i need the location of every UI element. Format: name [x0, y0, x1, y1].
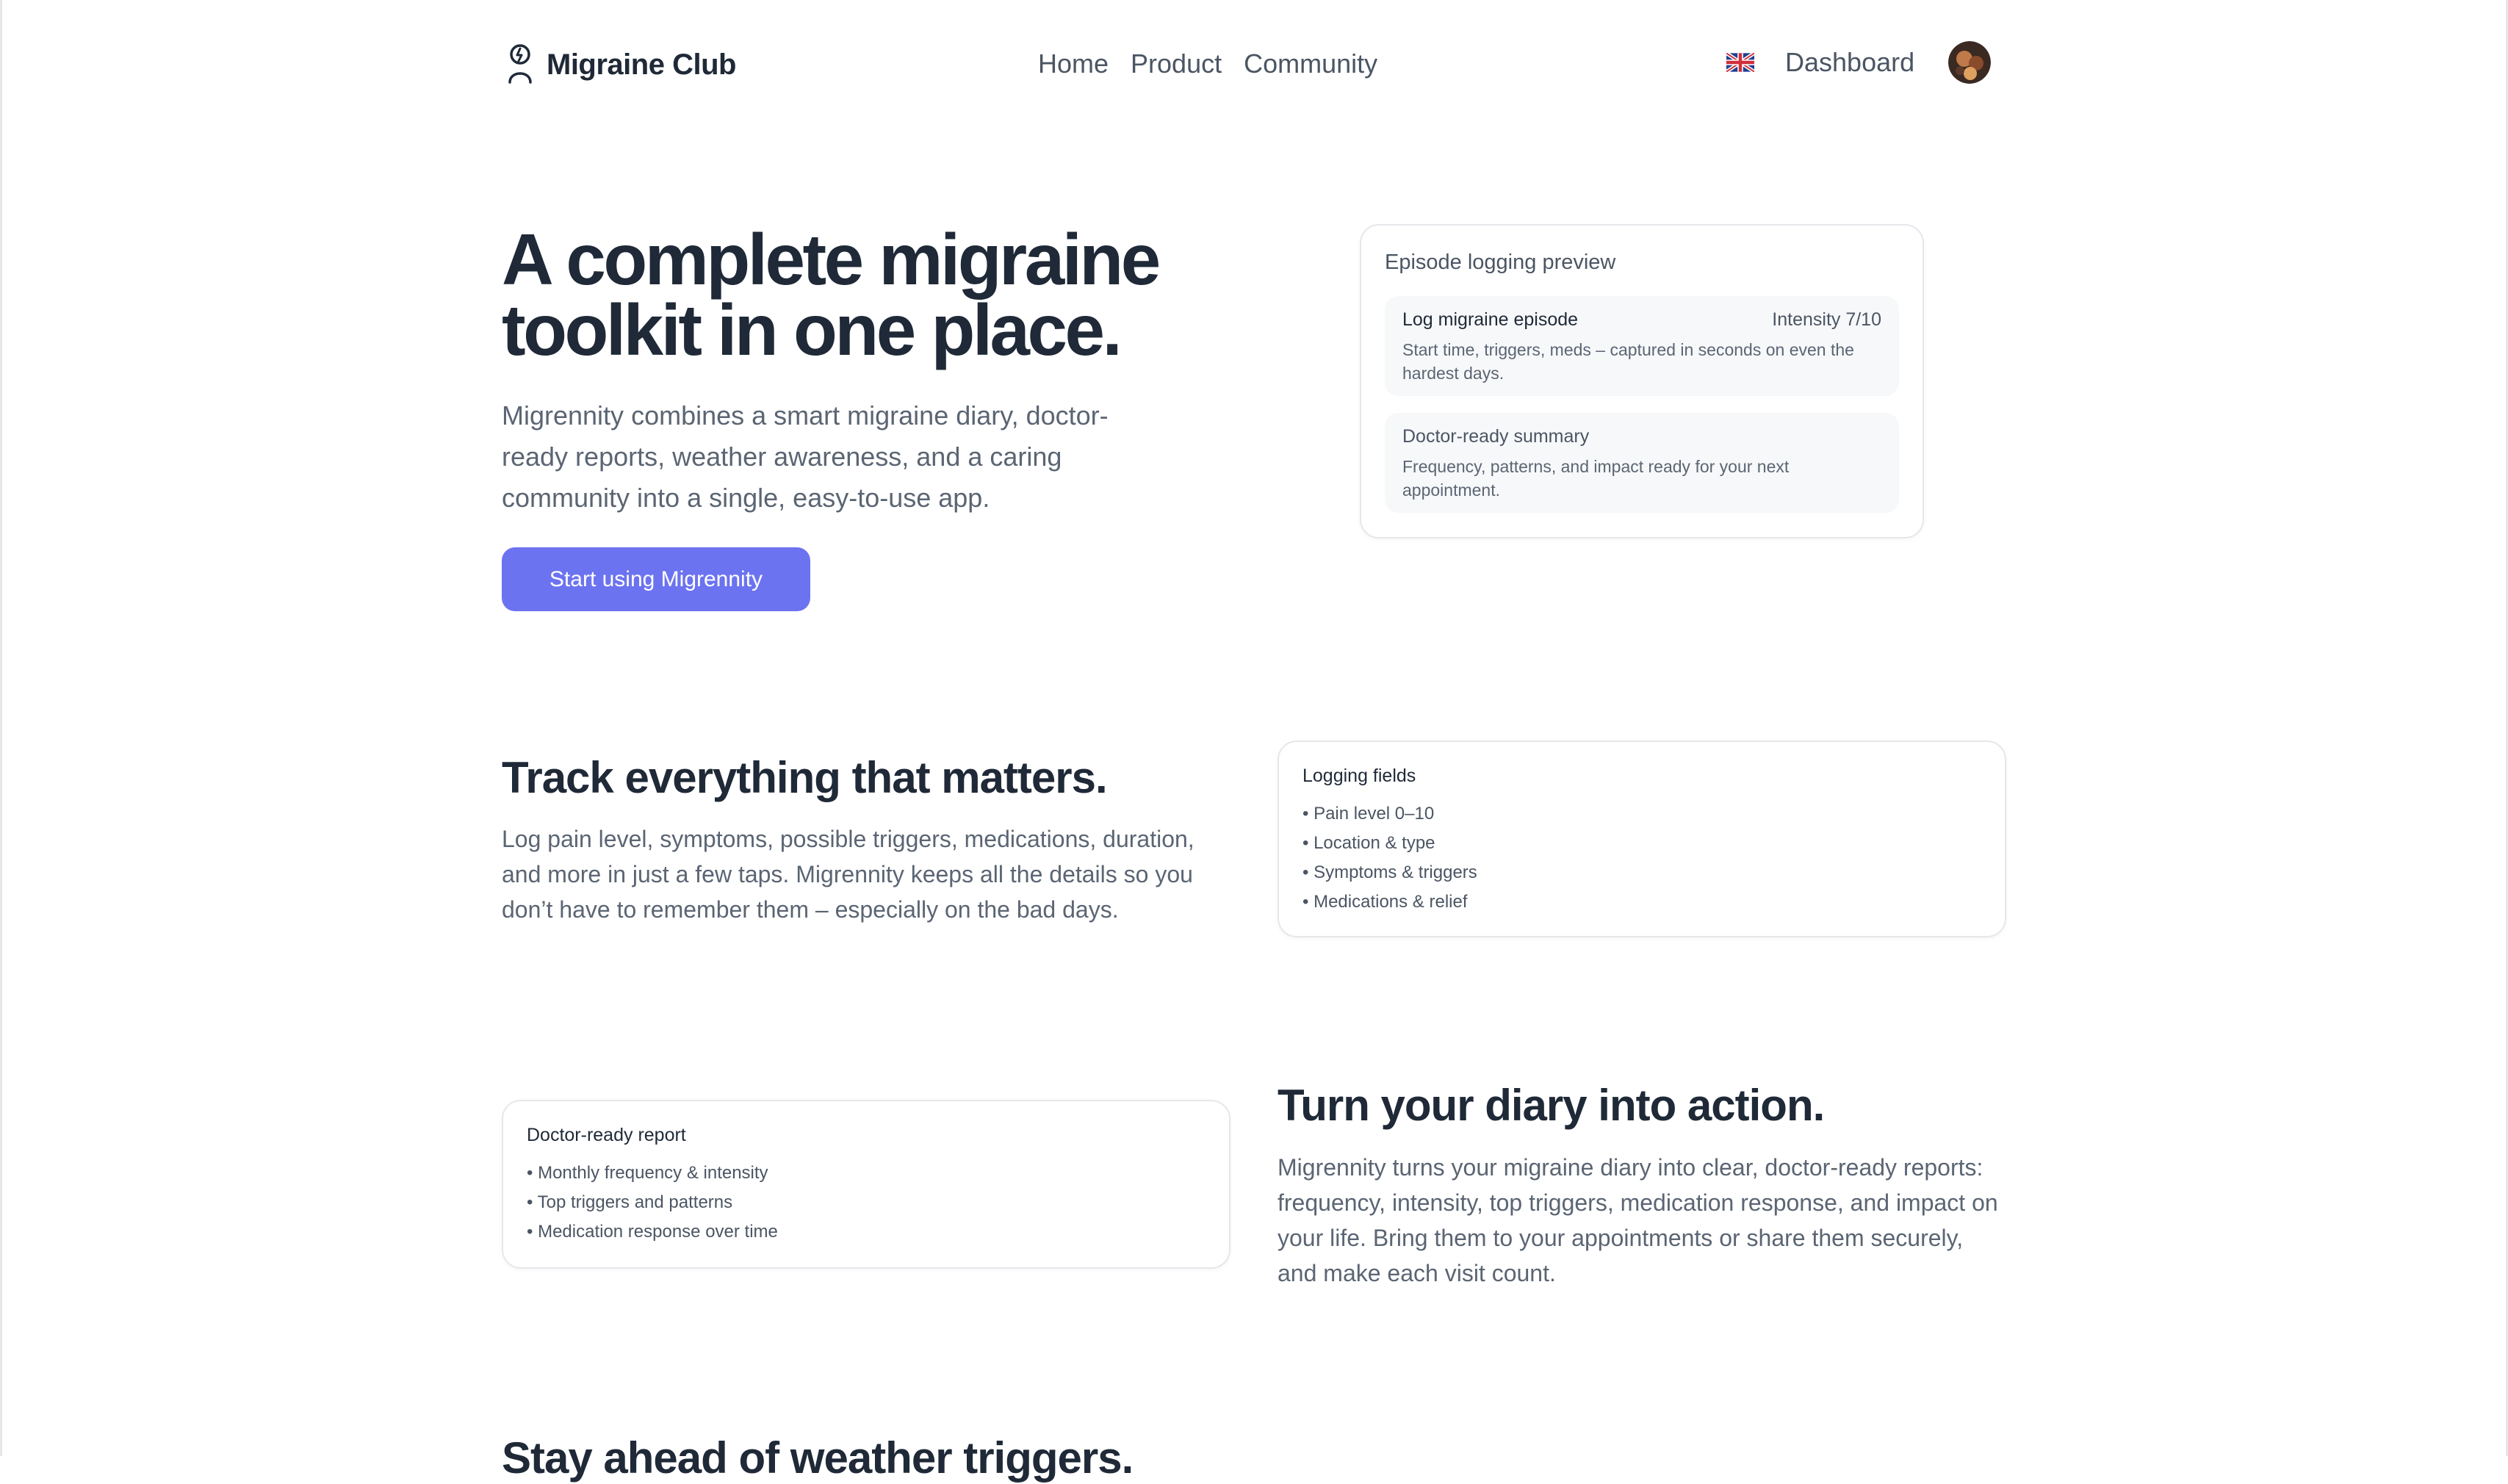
brand-logo[interactable]: Migraine Club: [507, 43, 736, 87]
logging-fields-list: • Pain level 0–10 • Location & type • Sy…: [1302, 799, 1477, 917]
doctor-report-title: Doctor-ready report: [527, 1125, 686, 1145]
list-item: • Top triggers and patterns: [527, 1192, 733, 1212]
list-item: • Medication response over time: [527, 1222, 778, 1242]
list-item: • Monthly frequency & intensity: [527, 1163, 768, 1183]
preview-title: Episode logging preview: [1385, 251, 1616, 274]
main-nav: Home Product Community: [1038, 48, 1377, 79]
action-text: Migrennity turns your migraine diary int…: [1278, 1154, 1998, 1286]
log-episode-item: Log migraine episode Intensity 7/10 Star…: [1385, 296, 1899, 396]
hero-description: Migrennity combines a smart migraine dia…: [502, 400, 1109, 513]
uk-flag-icon[interactable]: [1725, 51, 1756, 73]
user-avatar[interactable]: [1948, 41, 1992, 84]
action-title: Turn your diary into action.: [1278, 1081, 1825, 1130]
doctor-report-card: Doctor-ready report • Monthly frequency …: [502, 1100, 1230, 1269]
list-item: • Medications & relief: [1302, 892, 1468, 912]
page-frame: [0, 0, 2508, 1456]
dashboard-link[interactable]: Dashboard: [1785, 47, 1914, 78]
summary-text: Frequency, patterns, and impact ready fo…: [1402, 457, 1790, 500]
logging-fields-title: Logging fields: [1302, 766, 1416, 786]
track-text: Log pain level, symptoms, possible trigg…: [502, 826, 1194, 923]
logo-icon: [507, 43, 533, 87]
list-item: • Symptoms & triggers: [1302, 862, 1477, 882]
start-using-button[interactable]: Start using Migrennity: [502, 547, 810, 611]
nav-community[interactable]: Community: [1244, 48, 1377, 79]
nav-actions: Dashboard: [1725, 41, 1992, 84]
doctor-report-list: • Monthly frequency & intensity • Top tr…: [527, 1159, 778, 1247]
log-episode-title: Log migraine episode: [1402, 309, 1579, 330]
weather-title: Stay ahead of weather triggers.: [502, 1433, 1134, 1483]
list-item: • Location & type: [1302, 833, 1435, 853]
track-title: Track everything that matters.: [502, 753, 1108, 802]
intensity-label: Intensity 7/10: [1772, 309, 1881, 330]
summary-item: Doctor-ready summary Frequency, patterns…: [1385, 413, 1899, 513]
brand-name: Migraine Club: [547, 48, 736, 81]
logging-fields-card: Logging fields • Pain level 0–10 • Locat…: [1278, 741, 2006, 937]
hero-title: A complete migraine toolkit in one place…: [502, 219, 1161, 370]
nav-home[interactable]: Home: [1038, 48, 1109, 79]
list-item: • Pain level 0–10: [1302, 804, 1435, 824]
nav-product[interactable]: Product: [1131, 48, 1222, 79]
summary-title: Doctor-ready summary: [1402, 426, 1590, 447]
log-episode-text: Start time, triggers, meds – captured in…: [1402, 340, 1854, 383]
